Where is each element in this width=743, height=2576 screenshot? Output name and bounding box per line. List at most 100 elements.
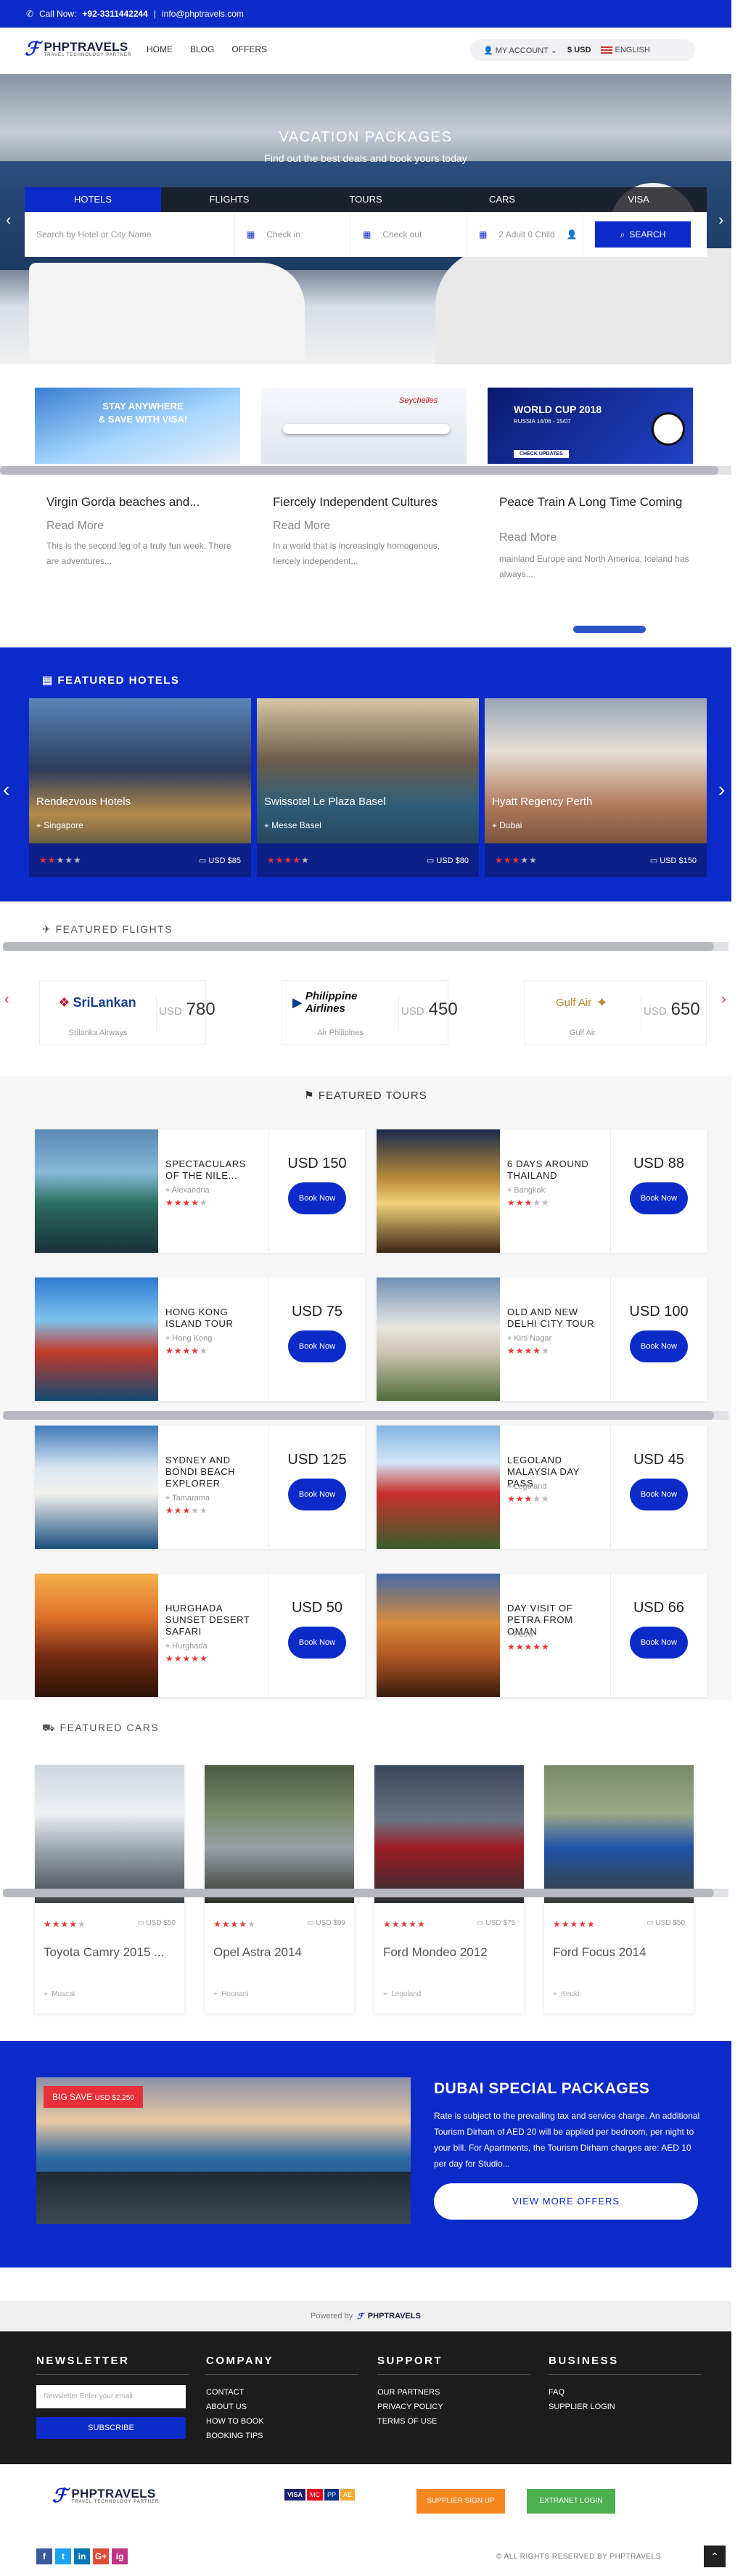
hotel-card[interactable]: Hyatt Regency Perth ⌖ Dubai ★★★★★ ▭ USD $… (485, 698, 707, 877)
tour-image[interactable] (377, 1277, 500, 1401)
read-more-link[interactable]: Read More (273, 520, 330, 533)
horizontal-scrollbar[interactable] (3, 942, 728, 951)
tour-card[interactable]: HONG KONG ISLAND TOUR ⌖ Hong Kong ★★★★★ USD… (35, 1277, 365, 1401)
tab-cars[interactable]: CARS (434, 187, 570, 212)
logo[interactable]: ℱ PHPTRAVELS TRAVEL TECHNOLOGY PARTNER (25, 38, 131, 60)
flight-card[interactable]: Gulf Air ✦ Gulf Air USD 650 (524, 980, 707, 1045)
language-selector[interactable]: ENGLISH (601, 46, 650, 54)
powered-brand[interactable]: PHPTRAVELS (368, 2312, 421, 2321)
footer-logo[interactable]: ℱ PHPTRAVELS TRAVEL TECHNOLOGY PARTNER (52, 2485, 159, 2507)
blog-title[interactable]: Peace Train A Long Time Coming (499, 495, 702, 510)
car-name[interactable]: Ford Mondeo 2012 (383, 1945, 488, 1960)
ad-wc-button[interactable]: CHECK UPDATES (514, 450, 569, 458)
book-now-button[interactable]: Book Now (630, 1627, 688, 1659)
tab-hotels[interactable]: HOTELS (25, 187, 161, 212)
footer-link[interactable]: ABOUT US (206, 2400, 358, 2414)
footer-link[interactable]: FAQ (549, 2385, 701, 2400)
book-now-button[interactable]: Book Now (630, 1182, 688, 1214)
hotel-card[interactable]: Rendezvous Hotels ⌖ Singapore ★★★★★ ▭ USD… (29, 698, 251, 877)
instagram-icon[interactable]: ig (112, 2548, 128, 2564)
view-more-offers-button[interactable]: VIEW MORE OFFERS (434, 2183, 698, 2220)
tour-name[interactable]: SPECTACULARS OF THE NILE... (165, 1158, 260, 1182)
blog-title[interactable]: Virgin Gorda beaches and... (46, 495, 250, 510)
checkout-field[interactable]: ▦ Check out (351, 212, 467, 257)
my-account-button[interactable]: 👤 MY ACCOUNT ⌄ (483, 46, 557, 55)
twitter-icon[interactable]: t (55, 2548, 71, 2564)
book-now-button[interactable]: Book Now (288, 1330, 346, 1362)
tour-name[interactable]: SYDNEY AND BONDI BEACH EXPLORER (165, 1455, 260, 1489)
currency-selector[interactable]: $ USD (567, 46, 591, 54)
blog-title[interactable]: Fiercely Independent Cultures (273, 495, 476, 510)
tab-flights[interactable]: FLIGHTS (161, 187, 297, 212)
newsletter-email-input[interactable]: Newsletter Enter your email (36, 2385, 186, 2408)
email-link[interactable]: info@phptravels.com (162, 9, 244, 19)
car-image[interactable] (205, 1765, 354, 1903)
google-plus-icon[interactable]: G+ (93, 2548, 109, 2564)
car-image[interactable] (374, 1765, 524, 1903)
hero-next-arrow-icon[interactable]: › (718, 210, 723, 229)
tour-card[interactable]: LEGOLAND MALAYSIA DAY PASS ⌖ Legoland ★★★★… (377, 1426, 707, 1549)
tour-card[interactable]: DAY VISIT OF PETRA FROM OMAN ⌖ Petra ★★★★★… (377, 1574, 707, 1697)
footer-link[interactable]: TERMS OF USE (377, 2414, 530, 2429)
flight-card[interactable]: ❖ SriLankan Srilanka Airways USD 780 (39, 980, 215, 1045)
hotel-search-input[interactable]: Search by Hotel or City Name (25, 212, 235, 257)
tour-name[interactable]: OLD AND NEW DELHI CITY TOUR (507, 1307, 602, 1330)
tour-image[interactable] (35, 1426, 158, 1549)
footer-link[interactable]: BOOKING TIPS (206, 2429, 358, 2443)
book-now-button[interactable]: Book Now (288, 1479, 346, 1510)
flight-card[interactable]: ▶ Philippine Airlines Air Philipines USD 4… (282, 980, 458, 1045)
scroll-to-top-icon[interactable]: ⌃ (704, 2546, 726, 2567)
footer-link[interactable]: HOW TO BOOK (206, 2414, 358, 2429)
tour-card[interactable]: OLD AND NEW DELHI CITY TOUR ⌖ Kirti Nagar… (377, 1277, 707, 1401)
car-name[interactable]: Opel Astra 2014 (213, 1945, 302, 1960)
read-more-link[interactable]: Read More (499, 531, 557, 544)
checkin-field[interactable]: ▦ Check in (235, 212, 351, 257)
hero-prev-arrow-icon[interactable]: ‹ (6, 210, 11, 229)
tour-card[interactable]: SYDNEY AND BONDI BEACH EXPLORER ⌖ Tamaram… (35, 1426, 365, 1549)
tour-card[interactable]: SPECTACULARS OF THE NILE... ⌖ Alexandria ★… (35, 1129, 365, 1253)
tour-image[interactable] (377, 1426, 500, 1549)
supplier-signup-button[interactable]: SUPPLIER SIGN UP (416, 2489, 505, 2514)
search-button[interactable]: ⌕ SEARCH (595, 221, 691, 248)
prev-arrow-icon[interactable]: ‹ (3, 778, 9, 801)
book-now-button[interactable]: Book Now (630, 1479, 688, 1510)
guests-field[interactable]: ▦ 2 Adult 0 Child 👤 (467, 212, 583, 257)
tab-visa[interactable]: VISA (570, 187, 707, 212)
tour-image[interactable] (35, 1574, 158, 1697)
tour-image[interactable] (35, 1277, 158, 1401)
ad-visa[interactable]: STAY ANYWHERE & SAVE WITH VISA! (35, 388, 240, 464)
tour-name[interactable]: 6 DAYS AROUND THAILAND (507, 1158, 602, 1182)
footer-link[interactable]: CONTACT (206, 2385, 358, 2400)
book-now-button[interactable]: Book Now (630, 1330, 688, 1362)
next-arrow-icon[interactable]: › (721, 991, 726, 1008)
nav-blog[interactable]: BLOG (190, 44, 214, 54)
ad-seychelles[interactable]: Seychelles (261, 388, 467, 464)
tour-image[interactable] (377, 1129, 500, 1253)
tour-image[interactable] (377, 1574, 500, 1697)
book-now-button[interactable]: Book Now (288, 1627, 346, 1659)
horizontal-scrollbar[interactable] (3, 1411, 728, 1420)
ad-world-cup[interactable]: WORLD CUP 2018 RUSSIA 14/06 - 15/07 CHEC… (488, 388, 693, 464)
footer-link[interactable]: SUPPLIER LOGIN (549, 2400, 701, 2414)
car-name[interactable]: Ford Focus 2014 (553, 1945, 646, 1960)
horizontal-scrollbar[interactable] (0, 466, 731, 475)
footer-link[interactable]: PRIVACY POLICY (377, 2400, 530, 2414)
tour-card[interactable]: 6 DAYS AROUND THAILAND ⌖ Bangkok ★★★★★ USD … (377, 1129, 707, 1253)
prev-arrow-icon[interactable]: ‹ (4, 991, 9, 1008)
facebook-icon[interactable]: f (36, 2548, 52, 2564)
car-image[interactable] (35, 1765, 184, 1903)
horizontal-scrollbar[interactable] (3, 1889, 728, 1897)
book-now-button[interactable]: Book Now (288, 1182, 346, 1214)
tab-tours[interactable]: TOURS (297, 187, 434, 212)
next-arrow-icon[interactable]: › (718, 778, 725, 801)
footer-link[interactable]: OUR PARTNERS (377, 2385, 530, 2400)
car-image[interactable] (544, 1765, 694, 1903)
tour-name[interactable]: HURGHADA SUNSET DESERT SAFARI (165, 1603, 260, 1637)
hotel-card[interactable]: Swissotel Le Plaza Basel ⌖ Messe Basel ★… (257, 698, 479, 877)
tour-image[interactable] (35, 1129, 158, 1253)
nav-home[interactable]: HOME (147, 44, 173, 54)
car-name[interactable]: Toyota Camry 2015 ... (44, 1945, 164, 1960)
phone-number[interactable]: +92-3311442244 (82, 9, 147, 19)
linkedin-icon[interactable]: in (74, 2548, 90, 2564)
read-more-link[interactable]: Read More (46, 520, 104, 533)
